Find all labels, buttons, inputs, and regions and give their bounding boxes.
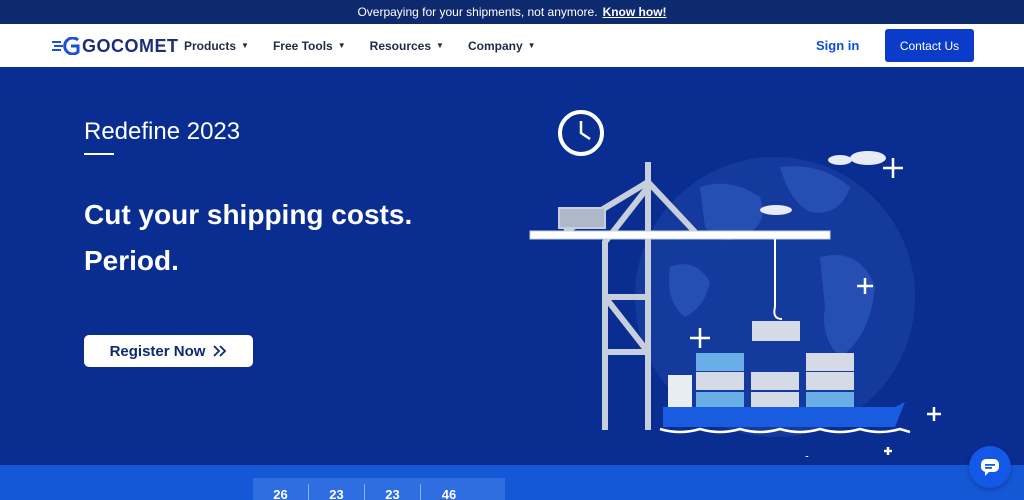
clock-icon: [558, 110, 604, 156]
nav-resources-label: Resources: [369, 38, 432, 53]
register-now-label: Register Now: [109, 342, 206, 360]
shipping-illustration: [529, 110, 941, 457]
main-nav: GOCOMET Products ▼ Free Tools ▼ Resources ▼…: [0, 24, 1024, 67]
caret-down-icon: ▼: [337, 41, 346, 50]
announcement-text: Overpaying for your shipments, not anymo…: [357, 5, 598, 19]
headline-line-1: Cut your shipping costs.: [84, 199, 413, 230]
countdown-timer: 26 23 23 46: [253, 478, 505, 500]
announcement-bar: Overpaying for your shipments, not anymo…: [0, 0, 1024, 24]
chat-bubble-icon: [981, 459, 999, 476]
nav-company-label: Company: [467, 38, 523, 53]
caret-down-icon: ▼: [436, 41, 444, 50]
caret-down-icon: ▼: [527, 41, 536, 50]
countdown-hours: 23: [309, 484, 365, 500]
hero-eyebrow: Redefine 2023: [84, 118, 241, 145]
double-chevron-right-icon: [213, 345, 227, 357]
sign-in-link[interactable]: Sign in: [816, 38, 859, 53]
nav-free-tools[interactable]: Free Tools ▼: [273, 39, 346, 53]
nav-company[interactable]: Company ▼: [468, 39, 536, 53]
countdown-minutes: 23: [365, 484, 421, 500]
countdown-days: 26: [253, 484, 309, 500]
chat-widget-button[interactable]: [969, 446, 1011, 488]
nav-free-tools-label: Free Tools: [272, 38, 333, 53]
hero-section: Redefine 2023 Cut your shipping costs. P…: [0, 67, 1024, 465]
eyebrow-underline: [84, 153, 114, 155]
logo-text: GOCOMET: [82, 35, 179, 56]
hero-headline: Cut your shipping costs. Period.: [84, 192, 412, 284]
gocomet-logo[interactable]: GOCOMET: [52, 36, 179, 56]
nav-products-label: Products: [184, 38, 237, 53]
countdown-strip: 26 23 23 46: [0, 465, 1024, 500]
countdown-seconds: 46: [441, 487, 457, 500]
logo-mark-icon: [52, 37, 80, 55]
know-how-link[interactable]: Know how!: [603, 5, 667, 19]
caret-down-icon: ▼: [241, 41, 249, 50]
register-now-button[interactable]: Register Now: [84, 335, 253, 367]
nav-products[interactable]: Products ▼: [184, 39, 249, 53]
headline-line-2: Period.: [84, 245, 179, 276]
nav-menu: Products ▼ Free Tools ▼ Resources ▼ Company…: [184, 24, 560, 67]
nav-resources[interactable]: Resources ▼: [370, 39, 444, 53]
contact-us-button[interactable]: Contact Us: [885, 29, 974, 62]
